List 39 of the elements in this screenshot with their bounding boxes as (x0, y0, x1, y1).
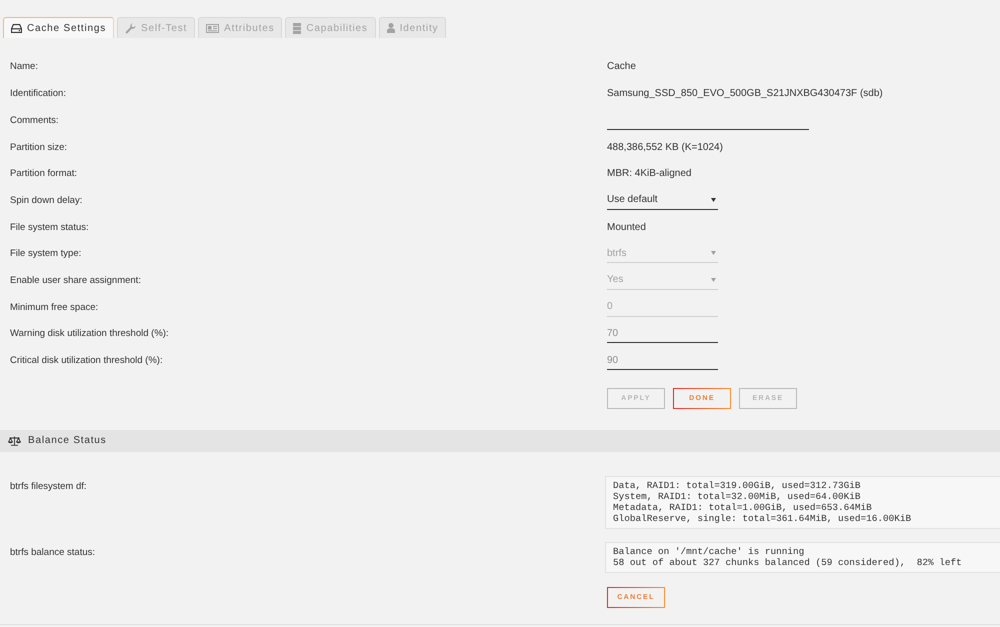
input-field[interactable]: 90 (607, 351, 718, 370)
caret-icon (711, 198, 716, 202)
field-label: Minimum free space: (10, 302, 100, 313)
field-label: Spin down delay: (10, 194, 84, 206)
id-card-icon (206, 24, 220, 32)
field-value: MBR: 4KiB-aligned (607, 168, 692, 180)
caret-icon (711, 251, 716, 256)
field-value: Cache (607, 61, 637, 72)
field-value: 488,386,552 KB (K=1024) (607, 142, 724, 152)
field-label: Partition size: (10, 142, 68, 152)
tab[interactable]: Attributes (198, 17, 282, 38)
field-value: Samsung_SSD_850_EVO_500GB_S21JNXBG430473F (sdb) (607, 88, 884, 100)
user-icon (386, 23, 395, 33)
field-label: File system status: (10, 222, 90, 233)
caret-icon (711, 278, 716, 282)
field-label: Identification: (10, 88, 67, 100)
tab[interactable]: Identity (378, 17, 446, 38)
field-label: File system type: (10, 248, 82, 260)
field-label: btrfs filesystem df: (10, 480, 88, 494)
field-label: Enable user share assignment: (10, 274, 142, 286)
dropdown[interactable]: Use default (607, 190, 718, 210)
field-label: Warning disk utilization threshold (%): (10, 328, 170, 340)
field-label: Critical disk utilization threshold (%): (10, 355, 164, 366)
input-field[interactable]: 70 (607, 324, 718, 344)
field-label: Partition format: (10, 168, 78, 180)
tab[interactable]: Capabilities (285, 17, 376, 38)
server-icon (293, 22, 302, 34)
field-label: Comments: (10, 114, 60, 126)
wrench-icon (125, 22, 136, 34)
command-output: Balance on '/mnt/cache' is running 58 out of about 327 chunks balanced (59 considered), 82% left (605, 542, 1000, 573)
scales-icon (8, 436, 21, 446)
field-label: Name: (10, 61, 39, 72)
section-title: Balance Status (28, 435, 106, 446)
tab[interactable]: Cache Settings (3, 17, 114, 38)
field-value: Mounted (607, 222, 647, 233)
drive-icon (11, 24, 22, 32)
tab[interactable]: Self-Test (117, 17, 196, 38)
field-label: btrfs balance status: (10, 546, 96, 560)
command-output: Data, RAID1: total=319.00GiB, used=312.73GiB System, RAID1: total=32.00MiB, used=64.00KiB Metadata, RAID1: total=1.00GiB, used=653.64MiB GlobalReserve, single: total=361.64MiB, used=16.00KiB (605, 476, 1000, 529)
